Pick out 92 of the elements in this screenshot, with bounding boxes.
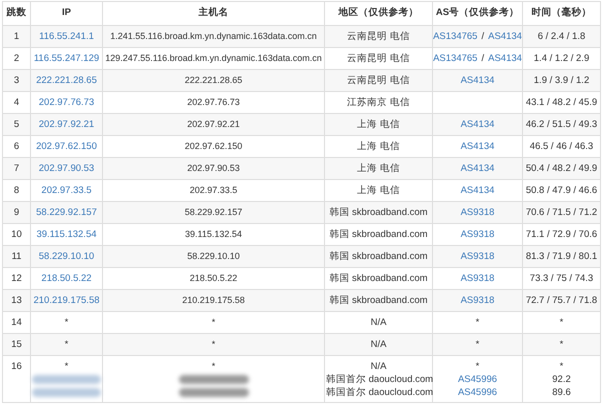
- hop-number: 6: [14, 141, 20, 152]
- cell-text: 43.1 / 48.2 / 45.9: [526, 97, 598, 108]
- cell-text: 202.97.92.21: [187, 118, 240, 131]
- cell-text: *: [212, 316, 216, 329]
- cell-text: *: [560, 339, 564, 350]
- column-header: 时间（毫秒）: [532, 7, 592, 18]
- cell-text: 云南昆明 电信: [347, 75, 410, 86]
- hop-number: 5: [14, 119, 20, 130]
- hop-number: 9: [14, 207, 20, 218]
- cell-text: *: [212, 360, 216, 372]
- cell-text: 韩国 skbroadband.com: [329, 229, 428, 240]
- cell-text: 202.97.90.53: [187, 162, 240, 175]
- cell-text: N/A: [370, 360, 386, 372]
- redaction-blur: [178, 374, 248, 384]
- cell-text: 1.4 / 1.2 / 2.9: [534, 53, 590, 64]
- cell-text: *: [476, 360, 480, 372]
- cell-text: 上海 电信: [357, 163, 400, 174]
- cell-text: 韩国 skbroadband.com: [329, 207, 428, 218]
- cell-text: 39.115.132.54: [185, 228, 242, 241]
- column-header: 跳数: [6, 7, 26, 18]
- cell-text: *: [212, 338, 216, 351]
- hop-number: 10: [11, 229, 22, 240]
- cell-text: 129.247.55.116.broad.km.yn.dynamic.163data.com.cn: [105, 52, 322, 65]
- cell-text: 71.1 / 72.9 / 70.6: [526, 229, 598, 240]
- link[interactable]: AS134765: [433, 52, 478, 65]
- cell-text: 72.7 / 75.7 / 71.8: [526, 295, 598, 306]
- cell-text: 韩国 skbroadband.com: [329, 251, 428, 262]
- redaction-blur: [178, 388, 248, 396]
- cell-text: 202.97.33.5: [190, 184, 238, 197]
- cell-text: 50.4 / 48.2 / 49.9: [526, 163, 598, 174]
- hop-number: 12: [11, 273, 22, 284]
- redaction-blur: [32, 374, 101, 384]
- cell-text: *: [476, 316, 480, 329]
- cell-text: 202.97.62.150: [184, 140, 242, 153]
- column-header: 地区（仅供参考）: [338, 7, 418, 18]
- cell-text: 58.229.10.10: [187, 250, 240, 263]
- cell-text: 222.221.28.65: [184, 74, 242, 87]
- cell-text: *: [560, 317, 564, 328]
- hop-number: 2: [14, 53, 20, 64]
- cell-text: 1.241.55.116.broad.km.yn.dynamic.163data.com.cn: [110, 30, 317, 43]
- cell-text: 上海 电信: [357, 119, 400, 130]
- cell-text: 92.2: [552, 374, 571, 384]
- link[interactable]: AS134765: [433, 30, 478, 43]
- cell-text: 70.6 / 71.5 / 71.2: [526, 207, 598, 218]
- column-header: AS号（仅供参考）: [436, 7, 520, 18]
- cell-text: 50.8 / 47.9 / 46.6: [526, 185, 598, 196]
- cell-text: 1.9 / 3.9 / 1.2: [534, 75, 590, 86]
- redaction-blur: [32, 388, 101, 396]
- cell-text: 202.97.76.73: [187, 96, 240, 109]
- cell-text: 云南昆明 电信: [347, 53, 410, 64]
- hop-number: 3: [14, 75, 20, 86]
- hop-number: 14: [11, 317, 22, 328]
- cell-text: 46.5 / 46 / 46.3: [530, 141, 594, 152]
- cell-text: 6 / 2.4 / 1.8: [538, 31, 586, 42]
- cell-text: 云南昆明 电信: [347, 31, 410, 42]
- cell-text: N/A: [370, 339, 386, 350]
- hop-number: 16: [11, 361, 22, 372]
- link[interactable]: AS45996: [458, 386, 498, 398]
- cell-text: *: [64, 360, 68, 372]
- link[interactable]: AS4134: [488, 30, 522, 43]
- cell-text: 58.229.92.157: [184, 206, 242, 219]
- hop-number: 7: [14, 163, 20, 174]
- cell-text: 韩国首尔 daoucloud.com: [326, 386, 434, 398]
- hop-number: 4: [14, 97, 20, 108]
- cell-text: 46.2 / 51.5 / 49.3: [526, 119, 598, 130]
- cell-text: 上海 电信: [357, 141, 400, 152]
- cell-text: 上海 电信: [357, 185, 400, 196]
- column-header: 主机名: [198, 7, 228, 18]
- cell-text: *: [64, 316, 68, 329]
- column-header: IP: [62, 7, 71, 18]
- link[interactable]: AS4134: [488, 52, 522, 65]
- cell-text: *: [476, 338, 480, 351]
- hop-number: 11: [12, 251, 22, 262]
- cell-text: 81.3 / 71.9 / 80.1: [526, 251, 598, 262]
- hop-number: 15: [11, 339, 22, 350]
- cell-text: /: [481, 52, 484, 65]
- cell-text: *: [560, 360, 564, 372]
- cell-text: 73.3 / 75 / 74.3: [530, 273, 594, 284]
- link[interactable]: AS45996: [458, 372, 498, 386]
- cell-text: 89.6: [552, 386, 571, 398]
- hop-number: 8: [14, 185, 20, 196]
- cell-text: N/A: [370, 317, 386, 328]
- cell-text: 210.219.175.58: [182, 294, 245, 307]
- cell-text: 韩国 skbroadband.com: [329, 295, 428, 306]
- hop-number: 1: [14, 31, 20, 42]
- cell-text: 江苏南京 电信: [347, 97, 410, 108]
- cell-text: 韩国首尔 daoucloud.com: [326, 374, 434, 384]
- cell-text: 韩国 skbroadband.com: [329, 273, 428, 284]
- cell-text: /: [481, 30, 484, 43]
- hop-number: 13: [11, 295, 22, 306]
- cell-text: *: [64, 338, 68, 351]
- cell-text: 218.50.5.22: [190, 272, 238, 285]
